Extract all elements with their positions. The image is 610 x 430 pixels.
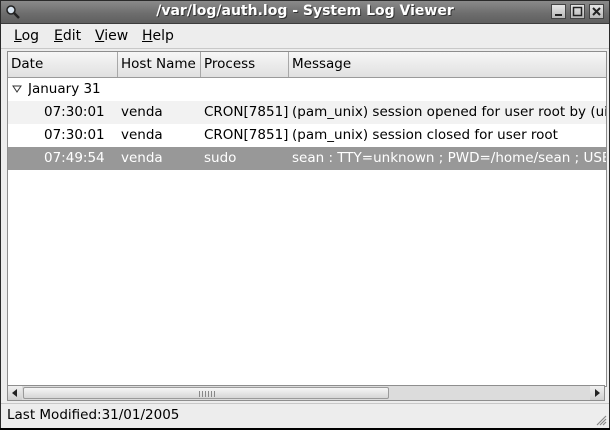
table-row[interactable]: 07:30:01 venda CRON[7851] (pam_unix) ses… [8,101,606,124]
menu-bar: Log Edit View Help [1,24,609,49]
scroll-left-button[interactable] [8,386,22,400]
maximize-icon [572,6,583,17]
menu-log[interactable]: Log [14,28,39,44]
minimize-icon [555,14,562,16]
cell-process: CRON[7851] [204,104,289,120]
minimize-button[interactable] [551,4,566,19]
resize-grip-icon[interactable] [595,414,607,426]
log-tree-view[interactable]: Date Host Name Process Message January 3… [7,51,607,387]
last-modified-text: Last Modified:31/01/2005 [7,407,180,423]
scrollbar-thumb[interactable] [23,387,389,399]
status-bar: Last Modified:31/01/2005 [1,403,609,428]
column-header-process[interactable]: Process [201,52,289,77]
close-button[interactable] [589,4,604,19]
cell-host: venda [121,150,163,166]
cell-host: venda [121,127,163,143]
table-row-selected[interactable]: 07:49:54 venda sudo sean : TTY=unknown ;… [8,147,606,170]
cell-message: sean : TTY=unknown ; PWD=/home/sean ; US… [292,150,606,166]
cell-time: 07:49:54 [44,150,105,166]
menu-edit[interactable]: Edit [54,28,81,44]
maximize-button[interactable] [570,4,585,19]
cell-process: sudo [204,150,237,166]
table-row[interactable]: 07:30:01 venda CRON[7851] (pam_unix) ses… [8,124,606,147]
title-bar[interactable]: /var/log/auth.log - System Log Viewer [1,1,609,24]
cell-host: venda [121,104,163,120]
menu-view[interactable]: View [95,28,128,44]
horizontal-scrollbar[interactable] [7,385,605,401]
log-viewer-window: /var/log/auth.log - System Log Viewer Lo… [0,0,610,428]
cell-time: 07:30:01 [44,127,105,143]
group-label: January 31 [28,81,101,97]
menu-help[interactable]: Help [142,28,174,44]
scroll-right-button[interactable] [590,386,604,400]
column-header-message[interactable]: Message [289,52,606,77]
column-header-row: Date Host Name Process Message [8,52,606,78]
grip-icon [199,391,215,397]
cell-message: (pam_unix) session opened for user root … [292,104,606,120]
window-title: /var/log/auth.log - System Log Viewer [156,3,454,19]
column-header-host[interactable]: Host Name [118,52,201,77]
cell-process: CRON[7851] [204,127,289,143]
cell-message: (pam_unix) session closed for user root [292,127,558,143]
arrow-right-icon [595,389,600,397]
close-icon [592,7,601,16]
group-row-date[interactable]: January 31 [8,78,606,101]
arrow-left-icon [12,389,17,397]
cell-time: 07:30:01 [44,104,105,120]
column-header-date[interactable]: Date [8,52,118,77]
